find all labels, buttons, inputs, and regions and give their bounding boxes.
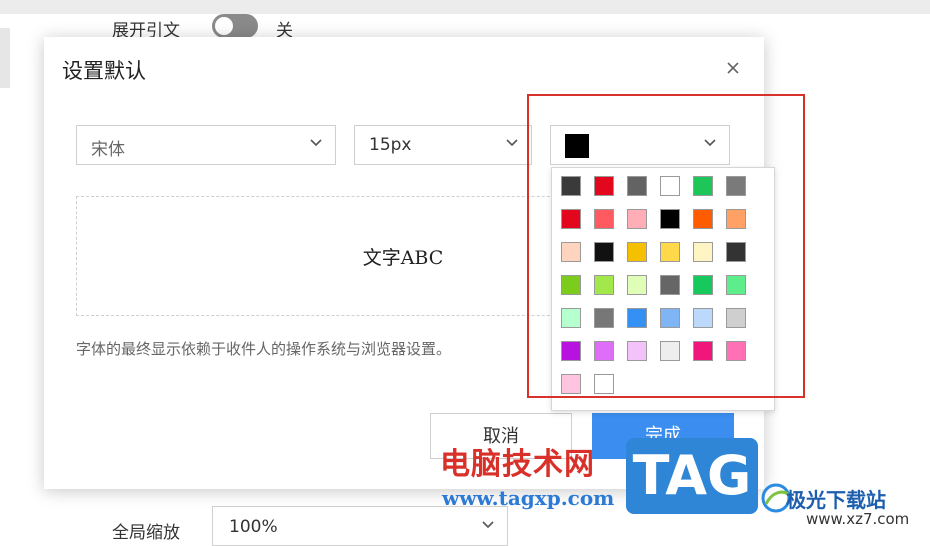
dialog-title: 设置默认 [62,59,146,83]
color-swatch[interactable] [561,308,581,328]
color-swatch[interactable] [594,374,614,394]
font-size-select[interactable]: 15px [354,125,532,165]
font-size-value: 15px [369,135,412,155]
watermark-tag-logo: TAG [626,438,758,514]
color-swatch[interactable] [693,341,713,361]
chevron-down-icon [309,134,323,148]
color-swatch[interactable] [660,275,680,295]
font-family-select[interactable]: 宋体 [76,125,336,165]
color-swatch[interactable] [693,209,713,229]
color-swatch[interactable] [627,308,647,328]
color-swatch[interactable] [561,341,581,361]
color-swatch[interactable] [627,176,647,196]
color-swatch[interactable] [594,275,614,295]
global-zoom-value: 100% [229,517,278,537]
color-swatch[interactable] [660,176,680,196]
color-swatch[interactable] [594,242,614,262]
color-swatch[interactable] [660,242,680,262]
color-swatch[interactable] [594,176,614,196]
expand-quote-toggle[interactable] [212,14,258,38]
color-swatch[interactable] [726,176,746,196]
color-swatch[interactable] [726,341,746,361]
page-top-bar [0,0,930,14]
color-swatch[interactable] [726,275,746,295]
color-swatch[interactable] [627,275,647,295]
global-zoom-label: 全局缩放 [112,523,180,543]
color-swatch[interactable] [660,341,680,361]
close-button[interactable] [722,57,744,79]
global-zoom-select[interactable]: 100% [212,506,508,546]
color-swatch[interactable] [726,242,746,262]
color-swatch[interactable] [561,176,581,196]
page-left-strip [0,28,10,88]
font-family-value: 宋体 [91,140,125,160]
color-swatch[interactable] [660,308,680,328]
color-swatch[interactable] [561,374,581,394]
color-swatch[interactable] [594,209,614,229]
color-swatch[interactable] [726,308,746,328]
chevron-down-icon [703,134,717,148]
font-note: 字体的最终显示依赖于收件人的操作系统与浏览器设置。 [76,340,452,358]
font-color-select[interactable] [550,125,730,165]
chevron-down-icon [505,134,519,148]
color-swatch[interactable] [660,209,680,229]
color-swatch[interactable] [594,308,614,328]
chevron-down-icon [481,517,495,535]
watermark-url: www.tagxp.com [442,486,615,510]
color-swatch[interactable] [693,242,713,262]
color-swatch[interactable] [561,209,581,229]
selected-color-swatch [565,134,589,158]
color-swatch[interactable] [627,341,647,361]
watermark-cn-site: 电脑技术网 [440,447,595,482]
color-swatch[interactable] [627,242,647,262]
color-swatch[interactable] [561,242,581,262]
toggle-knob [215,17,233,35]
close-icon [727,62,739,74]
color-swatch[interactable] [726,209,746,229]
color-swatch[interactable] [627,209,647,229]
color-swatch[interactable] [594,341,614,361]
watermark-xz7: www.xz7.com [806,510,910,528]
color-palette-dropdown [551,167,775,411]
color-swatch[interactable] [561,275,581,295]
color-swatch[interactable] [693,275,713,295]
watermark-jiguang: 极光下载站 [786,488,886,512]
color-swatch[interactable] [693,308,713,328]
color-swatch[interactable] [693,176,713,196]
